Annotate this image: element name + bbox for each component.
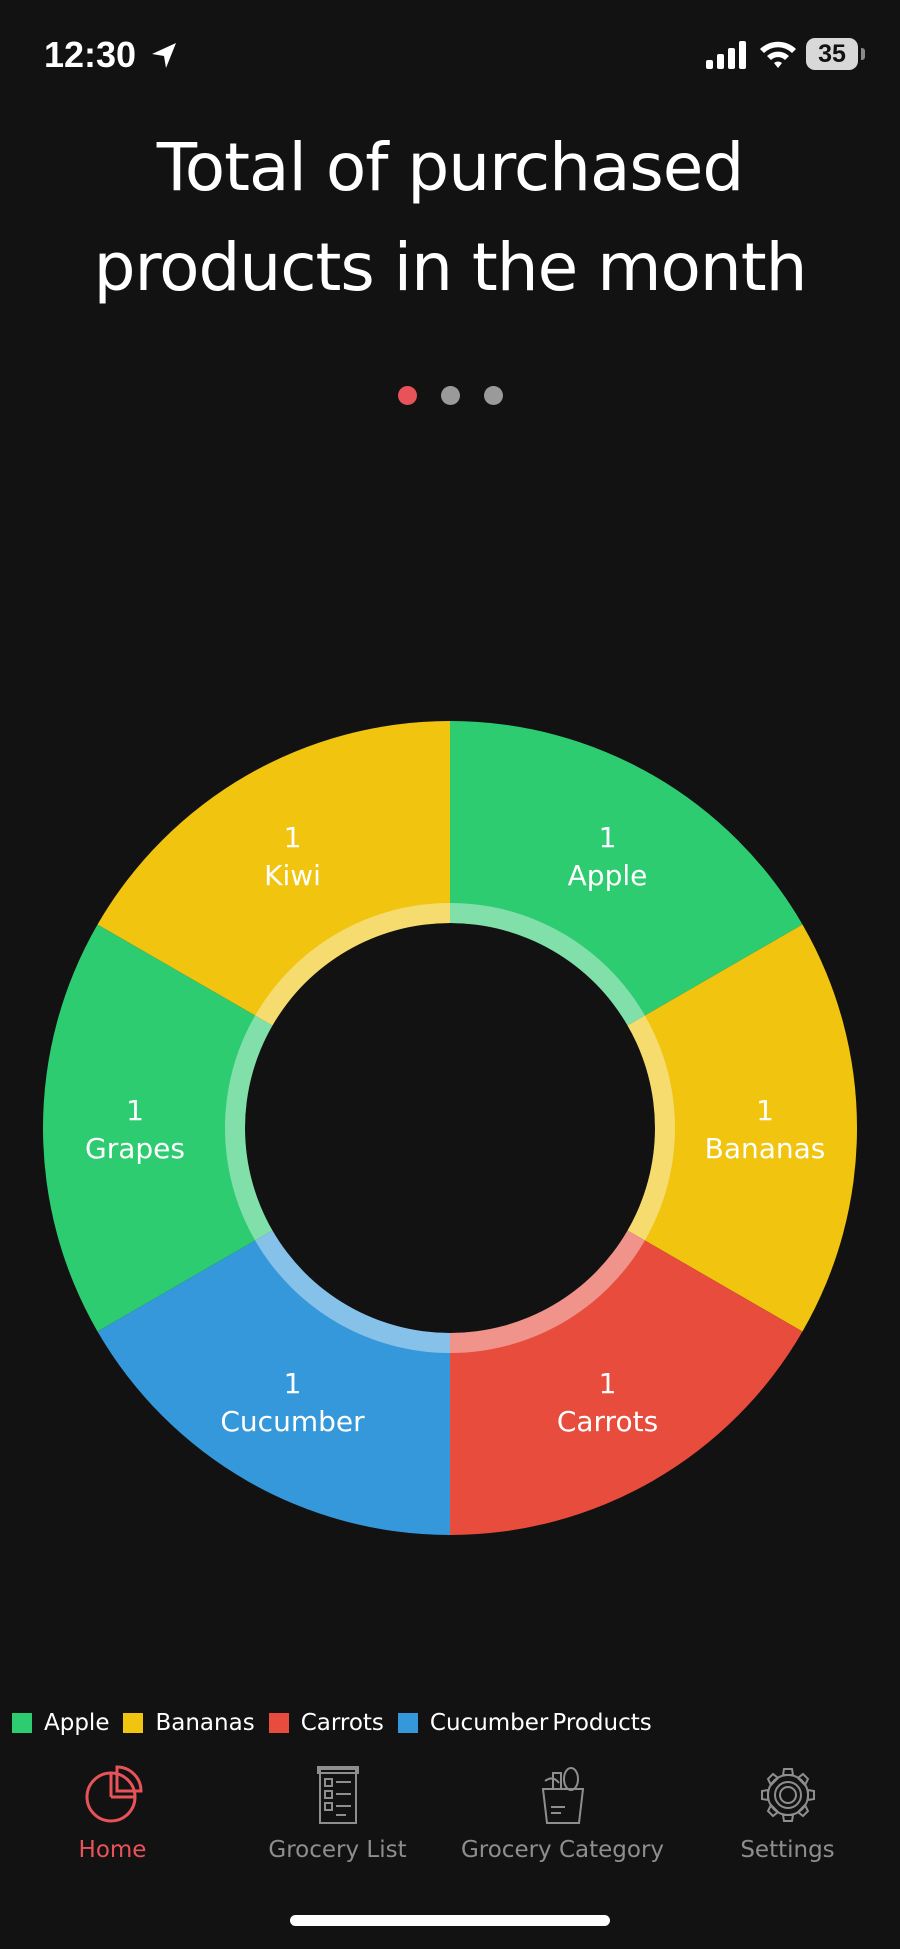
page-dot-1[interactable] [397, 386, 417, 405]
legend-swatch [268, 1713, 289, 1733]
page-title: Total of purchased products in the month [93, 129, 808, 306]
legend-label-products: Products [552, 1710, 652, 1736]
page-dot-2[interactable] [440, 386, 460, 405]
legend-label: Cucumber [429, 1710, 549, 1736]
tab-label-settings: Settings [740, 1837, 835, 1863]
page-dot-3[interactable] [483, 386, 503, 405]
checklist-icon [316, 1766, 359, 1824]
grocery-bag-icon [541, 1767, 584, 1824]
slice-value-bananas: 1 [756, 1094, 774, 1127]
legend-swatch [123, 1713, 144, 1733]
slice-label-carrots: Carrots [557, 1405, 658, 1438]
cellular-signal-icon [706, 41, 746, 69]
slice-value-cucumber: 1 [284, 1367, 302, 1400]
tab-grocery-category[interactable]: Grocery Category [450, 1755, 675, 1875]
tab-settings[interactable]: Settings [675, 1755, 900, 1875]
battery-indicator: 35 [806, 38, 858, 70]
wifi-icon [760, 41, 796, 68]
legend-item-cucumber[interactable]: Cucumber Products [397, 1710, 652, 1736]
status-time: 12:30 [44, 34, 137, 75]
location-arrow-icon [152, 43, 176, 68]
status-bar: 12:30 35 [0, 0, 900, 110]
pie-chart-icon [85, 1765, 143, 1823]
slice-label-apple: Apple [568, 859, 648, 892]
legend-item-carrots[interactable]: Carrots [268, 1710, 384, 1736]
slice-label-kiwi: Kiwi [264, 859, 321, 892]
slice-label-grapes: Grapes [85, 1132, 185, 1165]
legend-swatch [12, 1713, 32, 1733]
legend-swatch [397, 1713, 418, 1733]
chart-legend: Apple Bananas Carrots Cucumber Products [12, 1708, 666, 1738]
home-indicator[interactable] [290, 1915, 610, 1926]
slice-value-apple: 1 [599, 821, 617, 854]
slice-value-carrots: 1 [599, 1367, 617, 1400]
tab-home[interactable]: Home [0, 1755, 225, 1875]
legend-label: Bananas [155, 1710, 255, 1736]
legend-label: Carrots [300, 1710, 384, 1736]
battery-nub [861, 48, 865, 60]
slice-label-cucumber: Cucumber [220, 1405, 365, 1438]
slice-label-bananas: Bananas [705, 1132, 826, 1165]
legend-label: Apple [44, 1710, 110, 1736]
gear-icon [760, 1768, 815, 1822]
tab-grocery-list[interactable]: Grocery List [225, 1755, 450, 1875]
page-indicator[interactable] [0, 386, 900, 406]
legend-item-bananas[interactable]: Bananas [123, 1710, 255, 1736]
legend-item-apple[interactable]: Apple [12, 1710, 109, 1736]
slice-value-kiwi: 1 [284, 821, 302, 854]
tab-bar: Home Grocery List Grocery Category Setti… [0, 1755, 900, 1875]
donut-chart[interactable]: 1 Apple 1 Bananas 1 Carrots 1 Cucumber 1 Grapes 1 K… [0, 700, 900, 1560]
slice-value-grapes: 1 [126, 1094, 144, 1127]
